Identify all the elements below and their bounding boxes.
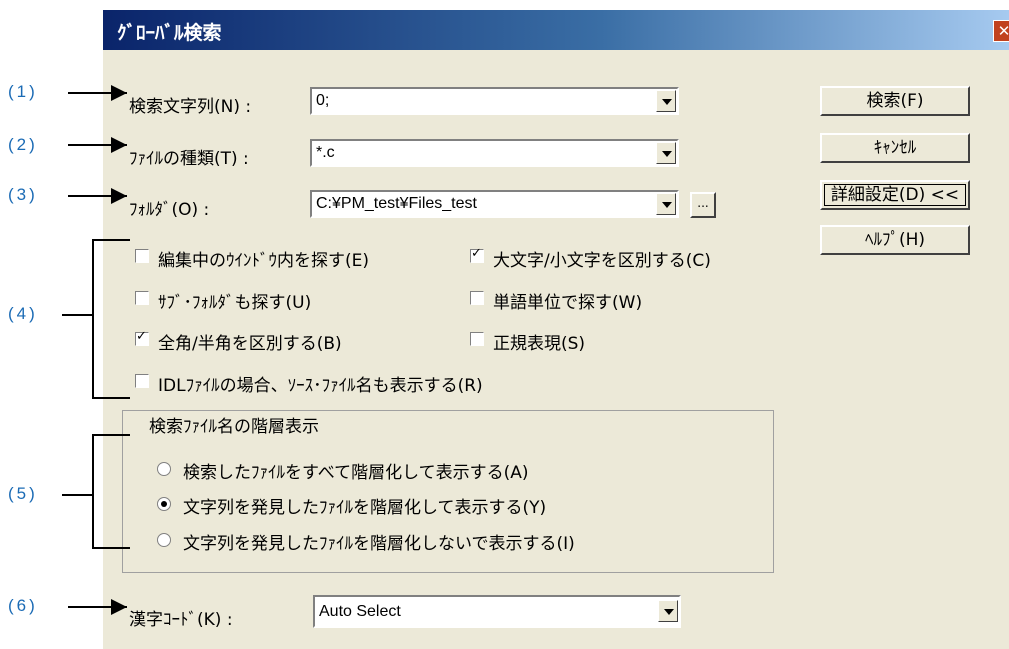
chevron-down-icon[interactable] (658, 600, 678, 622)
folder-value[interactable]: C:¥PM_test¥Files_test (316, 195, 477, 213)
option-regex-label[interactable]: 正規表現(S) (493, 329, 585, 354)
kanji-code-combo[interactable]: Auto Select (313, 595, 681, 628)
search-button[interactable]: 検索(F) (820, 86, 970, 116)
chevron-down-icon[interactable] (656, 193, 676, 215)
search-string-combo[interactable]: 0; (310, 87, 679, 115)
kanji-code-label: 漢字ｺｰﾄﾞ(K) : (129, 610, 233, 630)
hierarchy-flat-label[interactable]: 文字列を発見したﾌｧｲﾙを階層化しないで表示する(I) (183, 529, 575, 554)
option-whole-word-checkbox[interactable] (470, 291, 484, 305)
search-string-label: 検索文字列(N) : (129, 97, 252, 117)
option-idl-source-checkbox[interactable] (135, 374, 149, 388)
callout-1: (1) (8, 82, 38, 101)
chevron-down-icon[interactable] (656, 90, 676, 112)
option-edit-window-label[interactable]: 編集中のｳｲﾝﾄﾞｳ内を探す(E) (158, 246, 369, 271)
hierarchy-found-files-label[interactable]: 文字列を発見したﾌｧｲﾙを階層化して表示する(Y) (183, 493, 546, 518)
help-button[interactable]: ﾍﾙﾌﾟ(H) (820, 225, 970, 255)
search-string-value[interactable]: 0; (316, 92, 329, 110)
radio-selected-dot (161, 501, 167, 507)
option-subfolders-label[interactable]: ｻﾌﾞ･ﾌｫﾙﾀﾞも探す(U) (158, 288, 311, 313)
option-width-sensitive-label[interactable]: 全角/半角を区別する(B) (158, 329, 342, 354)
close-icon[interactable]: ✕ (993, 20, 1009, 42)
hierarchy-flat-radio[interactable] (157, 533, 171, 547)
folder-combo[interactable]: C:¥PM_test¥Files_test (310, 190, 679, 218)
callout-3: (3) (8, 185, 38, 204)
dialog-title: ｸﾞﾛｰﾊﾞﾙ検索 (117, 22, 222, 44)
option-subfolders-checkbox[interactable] (135, 291, 149, 305)
checkmark-icon: ✓ (136, 329, 147, 344)
option-idl-source-label[interactable]: IDLﾌｧｲﾙの場合、ｿｰｽ･ﾌｧｲﾙ名も表示する(R) (158, 371, 483, 396)
hierarchy-group-title: 検索ﾌｧｲﾙ名の階層表示 (145, 412, 323, 437)
option-case-sensitive-checkbox[interactable]: ✓ (470, 246, 484, 263)
file-type-combo[interactable]: *.c (310, 139, 679, 167)
kanji-code-value[interactable]: Auto Select (319, 603, 401, 621)
cancel-button[interactable]: ｷｬﾝｾﾙ (820, 133, 970, 163)
option-case-sensitive-label[interactable]: 大文字/小文字を区別する(C) (493, 246, 711, 271)
hierarchy-found-files-radio[interactable] (157, 497, 171, 511)
callout-6: (6) (8, 596, 38, 615)
global-search-dialog: ｸﾞﾛｰﾊﾞﾙ検索 ✕ 検索文字列(N) : 0; ﾌｧｲﾙの種類(T) : *… (103, 10, 1009, 649)
checkmark-icon: ✓ (471, 246, 482, 261)
option-regex-checkbox[interactable] (470, 332, 484, 346)
details-button[interactable]: 詳細設定(D) << (820, 180, 970, 210)
callout-2: (2) (8, 135, 38, 154)
file-type-value[interactable]: *.c (316, 144, 335, 162)
chevron-down-icon[interactable] (656, 142, 676, 164)
file-type-label: ﾌｧｲﾙの種類(T) : (129, 149, 249, 169)
callout-4: (4) (8, 304, 38, 323)
folder-label: ﾌｫﾙﾀﾞ(O) : (129, 200, 210, 220)
option-width-sensitive-checkbox[interactable]: ✓ (135, 329, 149, 346)
hierarchy-all-files-label[interactable]: 検索したﾌｧｲﾙをすべて階層化して表示する(A) (183, 458, 529, 483)
option-edit-window-checkbox[interactable] (135, 249, 149, 263)
browse-folder-button[interactable]: ... (690, 192, 716, 218)
callout-5: (5) (8, 484, 38, 503)
title-bar[interactable]: ｸﾞﾛｰﾊﾞﾙ検索 ✕ (103, 10, 1009, 50)
option-whole-word-label[interactable]: 単語単位で探す(W) (493, 288, 642, 313)
hierarchy-all-files-radio[interactable] (157, 462, 171, 476)
